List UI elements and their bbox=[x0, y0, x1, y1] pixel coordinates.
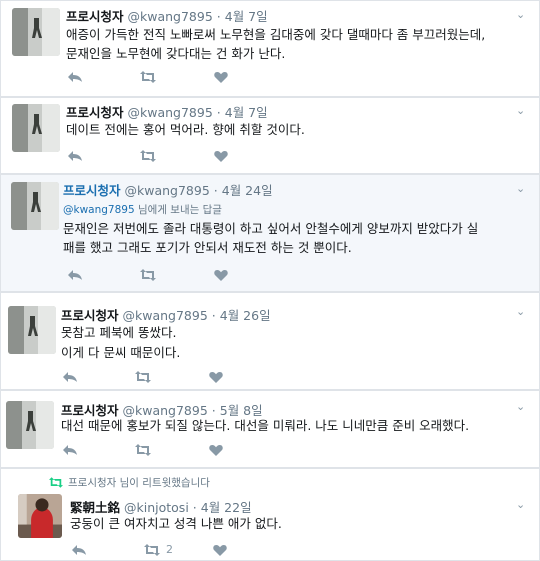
tweet-card[interactable]: 프로시청자 @kwang7895 · 4월 24일 ⌄ @kwang7895 님… bbox=[0, 174, 540, 292]
separator: · bbox=[216, 105, 221, 120]
timestamp[interactable]: 4월 24일 bbox=[222, 183, 273, 198]
avatar[interactable] bbox=[12, 8, 60, 56]
tweet-actions bbox=[63, 371, 223, 383]
tweet-line: 이게 다 문씨 때문이다. bbox=[61, 345, 181, 360]
avatar[interactable] bbox=[8, 306, 56, 354]
tweet-line: 데이트 전에는 홍어 먹어라. 향에 취할 것이다. bbox=[66, 122, 305, 137]
heart-icon[interactable] bbox=[213, 544, 227, 556]
tweet-line: 애증이 가득한 전직 노빠로써 노무현을 김대중에 갖다 댈때마다 좀 부끄러웠… bbox=[66, 27, 486, 42]
tweet-actions: 2 bbox=[72, 543, 227, 556]
retweet-icon[interactable] bbox=[140, 71, 156, 83]
chevron-down-icon[interactable]: ⌄ bbox=[516, 305, 525, 318]
avatar[interactable] bbox=[12, 104, 60, 152]
heart-icon[interactable] bbox=[209, 444, 223, 456]
separator: · bbox=[216, 9, 221, 24]
username[interactable]: @kinjotosi bbox=[124, 500, 189, 515]
chevron-down-icon[interactable]: ⌄ bbox=[516, 104, 525, 117]
username[interactable]: @kwang7895 bbox=[123, 308, 208, 323]
tweet-line: 궁둥이 큰 여자치고 성격 나쁜 애가 없다. bbox=[70, 516, 282, 531]
tweet-header: 프로시청자 @kwang7895 · 4월 7일 bbox=[66, 6, 268, 25]
tweet-line: 못참고 페북에 똥쌌다. bbox=[61, 325, 177, 340]
heart-icon[interactable] bbox=[214, 269, 228, 281]
display-name[interactable]: 프로시청자 bbox=[63, 183, 121, 198]
username[interactable]: @kwang7895 bbox=[125, 183, 210, 198]
tweet-actions bbox=[68, 269, 228, 281]
display-name[interactable]: 프로시청자 bbox=[66, 105, 124, 120]
reply-icon[interactable] bbox=[68, 71, 82, 83]
display-name[interactable]: 프로시청자 bbox=[66, 9, 124, 24]
reply-context: @kwang7895 님에게 보내는 답글 bbox=[63, 202, 222, 217]
username[interactable]: @kwang7895 bbox=[128, 9, 213, 24]
chevron-down-icon[interactable]: ⌄ bbox=[516, 8, 525, 21]
retweet-icon[interactable] bbox=[140, 269, 156, 281]
tweet-card[interactable]: 프로시청자 @kwang7895 · 4월 26일 ⌄ 못참고 페북에 똥쌌다.… bbox=[0, 292, 540, 390]
reply-icon[interactable] bbox=[68, 150, 82, 162]
heart-icon[interactable] bbox=[214, 150, 228, 162]
avatar[interactable] bbox=[11, 182, 59, 230]
tweet-line: 대선 때문에 홍보가 되질 않는다. 대선을 미뤄라. 나도 니네만큼 준비 오… bbox=[61, 418, 470, 433]
tweet-header: 프로시청자 @kwang7895 · 4월 7일 bbox=[66, 102, 268, 121]
reply-label: 님에게 보내는 답글 bbox=[134, 204, 222, 216]
reply-icon[interactable] bbox=[72, 544, 86, 556]
tweet-line: 문재인을 노무현에 갖다대는 건 화가 난다. bbox=[66, 46, 286, 61]
timestamp[interactable]: 4월 7일 bbox=[225, 105, 268, 120]
avatar[interactable] bbox=[18, 494, 62, 538]
tweet-actions bbox=[68, 150, 228, 162]
retweet-button[interactable]: 2 bbox=[144, 543, 173, 556]
reply-icon[interactable] bbox=[63, 444, 77, 456]
separator: · bbox=[192, 500, 197, 515]
tweet-line: 패를 했고 그래도 포기가 안되서 재도전 하는 것 뿐이다. bbox=[63, 240, 352, 255]
timestamp[interactable]: 4월 7일 bbox=[225, 9, 268, 24]
tweet-header: 프로시청자 @kwang7895 · 4월 24일 bbox=[63, 180, 273, 199]
reply-handle-link[interactable]: @kwang7895 bbox=[63, 204, 135, 216]
timestamp[interactable]: 4월 22일 bbox=[201, 500, 252, 515]
username[interactable]: @kwang7895 bbox=[128, 105, 213, 120]
chevron-down-icon[interactable]: ⌄ bbox=[516, 182, 525, 195]
retweet-icon[interactable] bbox=[135, 444, 151, 456]
tweet-card[interactable]: 프로시청자 @kwang7895 · 4월 7일 ⌄ 데이트 전에는 홍어 먹어… bbox=[0, 97, 540, 174]
retweet-icon[interactable] bbox=[140, 150, 156, 162]
tweet-text: 데이트 전에는 홍어 먹어라. 향에 취할 것이다. bbox=[66, 120, 305, 139]
retweet-icon bbox=[49, 477, 63, 488]
separator: · bbox=[213, 183, 218, 198]
chevron-down-icon[interactable]: ⌄ bbox=[516, 400, 525, 413]
reply-icon[interactable] bbox=[68, 269, 82, 281]
tweet-actions bbox=[68, 71, 228, 83]
tweet-actions bbox=[63, 444, 223, 456]
display-name[interactable]: 緊朝土銘 bbox=[70, 500, 120, 515]
tweet-card[interactable]: 프로시청자 @kwang7895 · 4월 7일 ⌄ 애증이 가득한 전직 노빠… bbox=[0, 0, 540, 97]
tweet-card[interactable]: 프로시청자 @kwang7895 · 5월 8일 ⌄ 대선 때문에 홍보가 되질… bbox=[0, 390, 540, 468]
retweet-context: 프로시청자 님이 리트윗했습니다 bbox=[49, 475, 210, 490]
tweet-text: 못참고 페북에 똥쌌다. 이게 다 문씨 때문이다. bbox=[61, 323, 180, 363]
separator: · bbox=[211, 308, 216, 323]
retweet-icon[interactable] bbox=[144, 543, 160, 556]
tweet-text: 애증이 가득한 전직 노빠로써 노무현을 김대중에 갖다 댈때마다 좀 부끄러웠… bbox=[66, 25, 485, 63]
timestamp[interactable]: 4월 26일 bbox=[220, 308, 271, 323]
chevron-down-icon[interactable]: ⌄ bbox=[516, 498, 525, 511]
tweet-header: 프로시청자 @kwang7895 · 4월 26일 bbox=[61, 305, 271, 324]
retweet-note-text[interactable]: 프로시청자 님이 리트윗했습니다 bbox=[68, 475, 210, 490]
heart-icon[interactable] bbox=[214, 71, 228, 83]
tweet-card[interactable]: 프로시청자 님이 리트윗했습니다 緊朝土銘 @kinjotosi · 4월 22… bbox=[0, 468, 540, 561]
retweet-count: 2 bbox=[166, 543, 173, 556]
heart-icon[interactable] bbox=[209, 371, 223, 383]
display-name[interactable]: 프로시청자 bbox=[61, 308, 119, 323]
tweet-line: 문재인은 저번에도 졸라 대통령이 하고 싶어서 안철수에게 양보까지 받았다가… bbox=[63, 221, 479, 236]
retweet-icon[interactable] bbox=[135, 371, 151, 383]
reply-icon[interactable] bbox=[63, 371, 77, 383]
tweet-text: 문재인은 저번에도 졸라 대통령이 하고 싶어서 안철수에게 양보까지 받았다가… bbox=[63, 219, 478, 257]
tweet-text: 궁둥이 큰 여자치고 성격 나쁜 애가 없다. bbox=[70, 514, 282, 533]
tweet-text: 대선 때문에 홍보가 되질 않는다. 대선을 미뤄라. 나도 니네만큼 준비 오… bbox=[61, 416, 469, 435]
avatar[interactable] bbox=[6, 401, 54, 449]
